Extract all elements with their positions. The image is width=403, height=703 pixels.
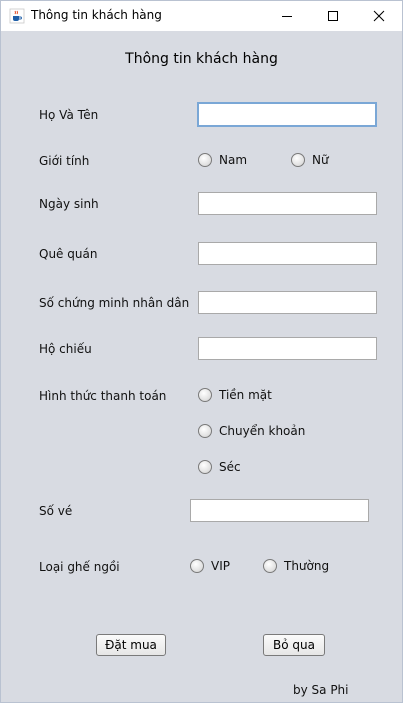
- payment-cheque-radio[interactable]: Séc: [198, 460, 241, 474]
- title-bar[interactable]: Thông tin khách hàng: [1, 1, 402, 31]
- gender-label: Giới tính: [39, 154, 90, 168]
- full-name-input[interactable]: [197, 102, 377, 127]
- radio-label: Nam: [219, 153, 248, 167]
- hometown-input[interactable]: [198, 242, 377, 265]
- close-icon: [373, 10, 385, 22]
- radio-circle: [198, 153, 212, 167]
- id-number-label: Số chứng minh nhân dân: [39, 296, 190, 310]
- seat-regular-radio[interactable]: Thường: [263, 559, 329, 573]
- passport-input[interactable]: [198, 337, 377, 360]
- radio-circle: [198, 388, 212, 402]
- payment-cash-radio[interactable]: Tiền mặt: [198, 388, 272, 402]
- seat-type-label: Loại ghế ngồi: [39, 560, 120, 574]
- form-heading: Thông tin khách hàng: [125, 51, 278, 67]
- id-number-input[interactable]: [198, 291, 377, 314]
- radio-circle: [198, 460, 212, 474]
- skip-button[interactable]: Bỏ qua: [263, 634, 325, 656]
- passport-label: Hộ chiếu: [39, 342, 92, 356]
- birth-date-label: Ngày sinh: [39, 197, 99, 211]
- radio-label: VIP: [211, 559, 230, 573]
- order-button[interactable]: Đặt mua: [96, 634, 166, 656]
- minimize-icon: [282, 16, 292, 17]
- gender-male-radio[interactable]: Nam: [198, 153, 247, 167]
- window-title: Thông tin khách hàng: [31, 8, 162, 22]
- radio-label: Nữ: [312, 153, 329, 167]
- radio-circle: [190, 559, 204, 573]
- java-cup-icon: [9, 8, 25, 24]
- gender-female-radio[interactable]: Nữ: [291, 153, 329, 167]
- maximize-icon: [328, 11, 338, 21]
- radio-circle: [198, 424, 212, 438]
- author-credit: by Sa Phi: [293, 683, 349, 697]
- minimize-button[interactable]: [264, 1, 310, 31]
- ticket-number-input[interactable]: [190, 499, 369, 522]
- radio-label: Chuyển khoản: [219, 424, 306, 438]
- maximize-button[interactable]: [310, 1, 356, 31]
- radio-label: Tiền mặt: [219, 388, 272, 402]
- ticket-number-label: Số vé: [39, 504, 73, 518]
- birth-date-input[interactable]: [198, 192, 377, 215]
- radio-circle: [291, 153, 305, 167]
- customer-info-window: Thông tin khách hàng Thông tin khách hàn…: [0, 0, 403, 703]
- radio-label: Séc: [219, 460, 241, 474]
- payment-transfer-radio[interactable]: Chuyển khoản: [198, 424, 305, 438]
- payment-method-label: Hình thức thanh toán: [39, 389, 167, 403]
- radio-label: Thường: [284, 559, 330, 573]
- full-name-label: Họ Và Tên: [39, 108, 99, 122]
- hometown-label: Quê quán: [39, 247, 98, 261]
- seat-vip-radio[interactable]: VIP: [190, 559, 230, 573]
- close-button[interactable]: [356, 1, 402, 31]
- radio-circle: [263, 559, 277, 573]
